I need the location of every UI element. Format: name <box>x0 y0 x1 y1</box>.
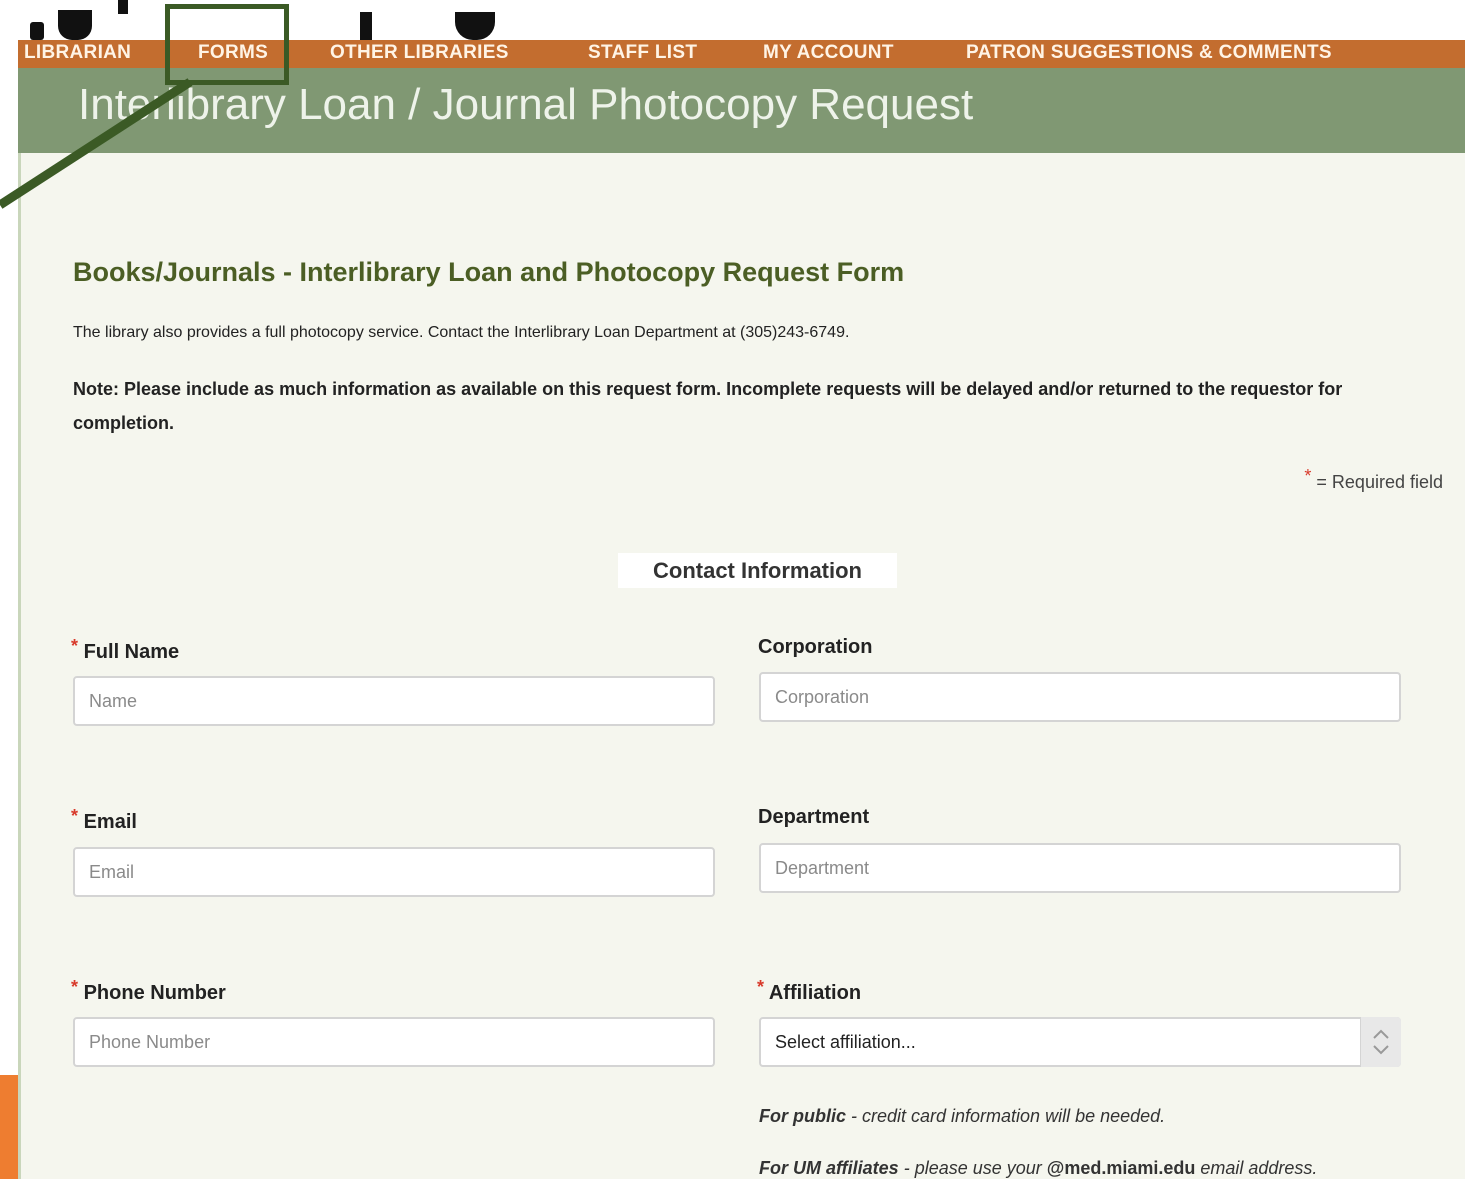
full-name-label: * Full Name <box>71 636 179 664</box>
affiliation-label: * Affiliation <box>757 977 861 1005</box>
nav-item-patron-suggestions[interactable]: PATRON SUGGESTIONS & COMMENTS <box>966 40 1332 68</box>
nav-item-staff-list[interactable]: STAFF LIST <box>588 40 697 68</box>
required-star: * <box>71 636 79 656</box>
email-label-text: Email <box>83 811 137 833</box>
required-legend: * = Required field <box>1304 466 1443 493</box>
select-arrows-icon[interactable] <box>1360 1017 1401 1067</box>
side-orange-tab <box>0 1075 18 1179</box>
phone-label-text: Phone Number <box>83 982 226 1004</box>
affiliation-selected-value: Select affiliation... <box>775 1032 916 1052</box>
corporation-input[interactable] <box>759 672 1401 722</box>
affiliation-label-text: Affiliation <box>768 982 862 1004</box>
full-name-label-text: Full Name <box>83 641 180 663</box>
public-hint-bold: For public <box>759 1106 846 1126</box>
pointer-arrow-line <box>0 78 193 209</box>
phone-input[interactable] <box>73 1017 715 1067</box>
department-label: Department <box>758 806 870 828</box>
intro-text: The library also provides a full photoco… <box>73 324 850 341</box>
um-hint: For UM affiliates - please use your @med… <box>759 1158 1317 1179</box>
email-input[interactable] <box>73 847 715 897</box>
required-star: * <box>757 977 765 997</box>
required-legend-text: = Required field <box>1316 472 1443 492</box>
affiliation-select[interactable]: Select affiliation... <box>759 1017 1401 1067</box>
note-text: Note: Please include as much information… <box>73 379 1343 433</box>
um-hint-tail: email address. <box>1195 1158 1318 1178</box>
email-label: * Email <box>71 806 137 834</box>
form-title: Books/Journals - Interlibrary Loan and P… <box>73 257 905 287</box>
department-input[interactable] <box>759 843 1401 893</box>
phone-label: * Phone Number <box>71 977 226 1005</box>
nav-item-other-libraries[interactable]: OTHER LIBRARIES <box>330 40 509 68</box>
required-star: * <box>71 806 79 826</box>
um-email-domain: @med.miami.edu <box>1046 1158 1196 1178</box>
public-hint-text: - credit card information will be needed… <box>846 1106 1166 1126</box>
section-heading-contact: Contact Information <box>618 553 897 588</box>
full-name-input[interactable] <box>73 676 715 726</box>
nav-item-my-account[interactable]: MY ACCOUNT <box>763 40 894 68</box>
um-hint-text: - please use your <box>898 1158 1047 1178</box>
required-star: * <box>71 977 79 997</box>
um-hint-bold: For UM affiliates <box>759 1158 899 1178</box>
public-hint: For public - credit card information wil… <box>759 1106 1165 1127</box>
corporation-label: Corporation <box>758 636 873 658</box>
required-star: * <box>1304 466 1312 486</box>
